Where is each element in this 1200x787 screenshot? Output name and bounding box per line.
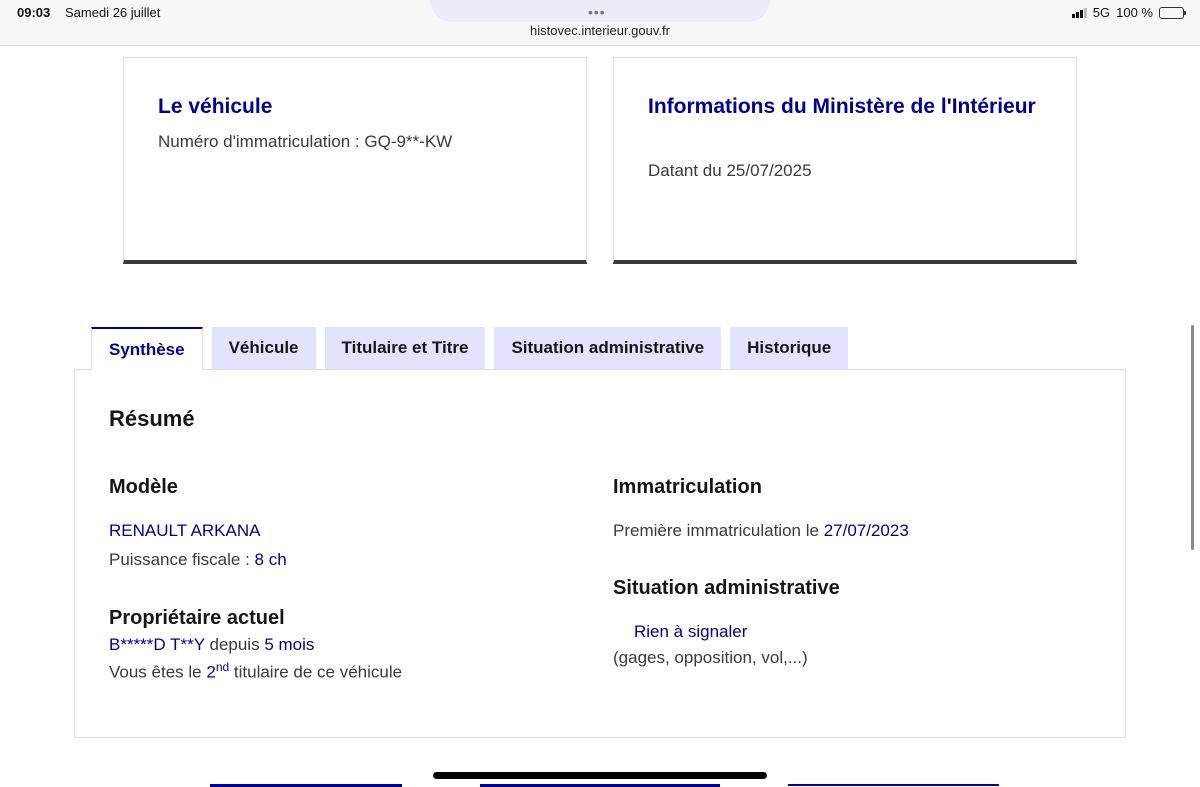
plate-number: Numéro d'immatriculation : GQ-9**-KW: [158, 132, 452, 152]
tab-vehicule[interactable]: Véhicule: [211, 327, 316, 369]
admin-heading: Situation administrative: [613, 577, 840, 599]
battery-icon: [1159, 6, 1186, 19]
model-heading: Modèle: [109, 476, 178, 498]
owner-since-label: depuis: [204, 635, 265, 654]
fiscal-value: 8 ch: [254, 550, 287, 569]
owner-name: B*****D T**Y: [109, 635, 205, 654]
owner-line: B*****D T**Y depuis 5 mois: [109, 635, 314, 655]
more-dots-icon[interactable]: •••: [588, 4, 606, 20]
tab-situation-administrative[interactable]: Situation administrative: [494, 327, 722, 369]
owner-rank-prefix: Vous êtes le: [109, 662, 207, 682]
owner-since-value: 5 mois: [264, 635, 315, 654]
network-label: 5G: [1092, 5, 1111, 20]
synthese-panel: Résumé Modèle RENAULT ARKANA Puissance f…: [74, 369, 1126, 738]
clock: 09:03: [17, 5, 51, 20]
model-name: RENAULT ARKANA: [109, 521, 261, 540]
owner-rank-value: 2: [206, 662, 216, 682]
vehicle-card: Le véhicule Numéro d'immatriculation : G…: [123, 57, 587, 264]
ministry-card: Informations du Ministère de l'Intérieur…: [613, 57, 1077, 264]
ministry-date: Datant du 25/07/2025: [648, 161, 812, 180]
first-registration: Première immatriculation le 27/07/2023: [613, 521, 909, 541]
tab-historique[interactable]: Historique: [730, 327, 849, 369]
bottom-button-3[interactable]: [788, 784, 999, 786]
scrollbar[interactable]: [1191, 325, 1194, 550]
home-indicator[interactable]: [433, 772, 767, 779]
date: Samedi 26 juillet: [65, 5, 161, 20]
tab-titulaire-titre[interactable]: Titulaire et Titre: [324, 327, 486, 369]
owner-rank: Vous êtes le 2nd titulaire de ce véhicul…: [109, 660, 402, 683]
address-bar-url[interactable]: histovec.interieur.gouv.fr: [0, 23, 1200, 38]
fiscal-label: Puissance fiscale :: [109, 550, 255, 569]
first-registration-label: Première immatriculation le: [613, 521, 824, 540]
vehicle-card-title: Le véhicule: [158, 95, 273, 118]
owner-heading: Propriétaire actuel: [109, 607, 285, 629]
resume-heading: Résumé: [109, 406, 195, 431]
owner-rank-suffix: nd: [215, 660, 230, 674]
registration-heading: Immatriculation: [613, 476, 762, 498]
signal-icon: [1071, 7, 1087, 18]
ministry-card-title: Informations du Ministère de l'Intérieur: [648, 95, 1036, 118]
browser-status-bar: 09:03 Samedi 26 juillet ••• histovec.int…: [0, 0, 1200, 46]
admin-status: Rien à signaler: [634, 622, 748, 641]
plate-value: GQ-9**-KW: [364, 132, 453, 151]
admin-detail: (gages, opposition, vol,...): [613, 648, 808, 667]
tab-synthese[interactable]: Synthèse: [91, 327, 203, 370]
fiscal-power: Puissance fiscale : 8 ch: [109, 550, 287, 570]
first-registration-date: 27/07/2023: [823, 521, 909, 540]
owner-rank-tail: titulaire de ce véhicule: [229, 662, 403, 682]
battery-label: 100 %: [1116, 5, 1153, 20]
plate-label: Numéro d'immatriculation :: [158, 132, 365, 151]
tab-bar: Synthèse Véhicule Titulaire et Titre Sit…: [91, 327, 849, 370]
status-indicators: 5G 100 %: [1071, 5, 1186, 20]
